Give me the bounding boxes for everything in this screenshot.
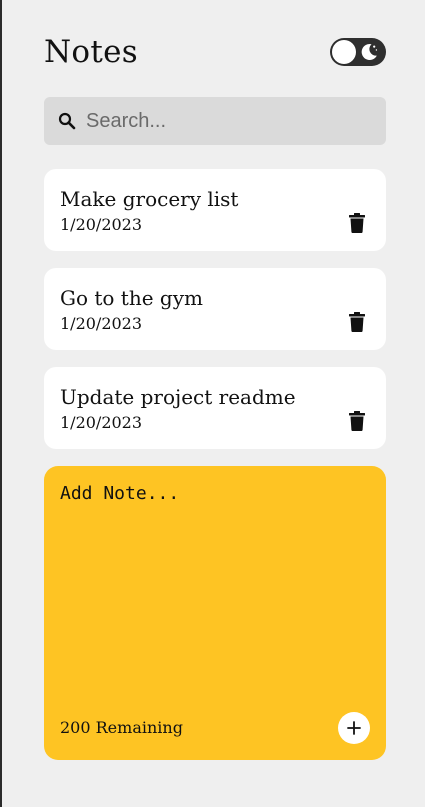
toggle-knob[interactable] <box>332 40 356 64</box>
note-date: 1/20/2023 <box>60 314 143 333</box>
plus-icon <box>347 721 361 735</box>
notes-app: Notes Make grocery list 1/20/2023 <box>44 0 386 807</box>
add-note-button[interactable] <box>338 712 370 744</box>
page-title: Notes <box>44 34 139 70</box>
remaining-characters: 200 Remaining <box>60 718 183 737</box>
note-date: 1/20/2023 <box>60 215 143 234</box>
app-header: Notes <box>44 28 386 76</box>
note-text: Update project readme <box>60 385 296 409</box>
search-icon <box>58 112 76 130</box>
dark-mode-toggle[interactable] <box>330 38 386 66</box>
notes-list: Make grocery list 1/20/2023 Go to the gy… <box>44 169 386 466</box>
search-input[interactable] <box>86 109 366 133</box>
note-card[interactable]: Go to the gym 1/20/2023 <box>44 268 386 350</box>
note-date: 1/20/2023 <box>60 413 143 432</box>
trash-icon[interactable] <box>348 213 366 233</box>
search-bar[interactable] <box>44 97 386 145</box>
note-card[interactable]: Make grocery list 1/20/2023 <box>44 169 386 251</box>
trash-icon[interactable] <box>348 312 366 332</box>
note-card[interactable]: Update project readme 1/20/2023 <box>44 367 386 449</box>
new-note-card: 200 Remaining <box>44 466 386 760</box>
moon-icon <box>361 43 378 60</box>
trash-icon[interactable] <box>348 411 366 431</box>
new-note-textarea[interactable] <box>60 482 360 692</box>
note-text: Make grocery list <box>60 187 239 211</box>
note-text: Go to the gym <box>60 286 203 310</box>
